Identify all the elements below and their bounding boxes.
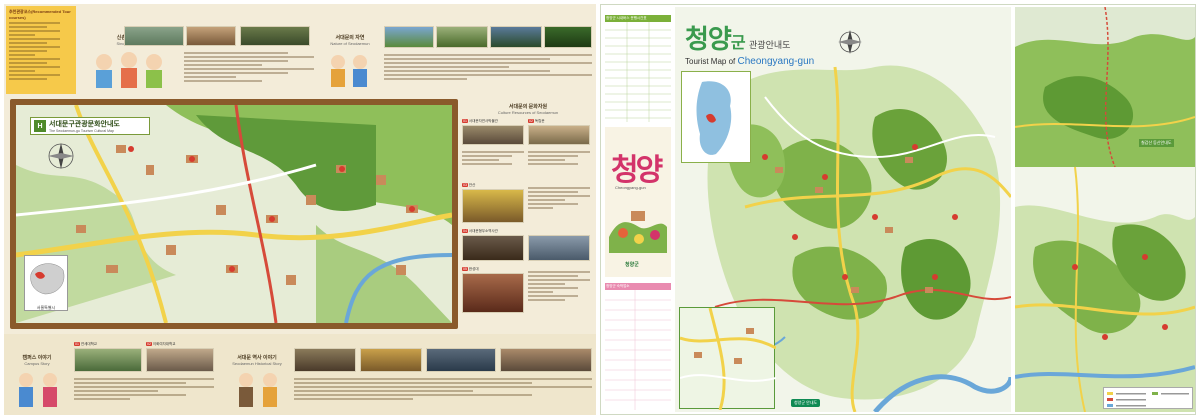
recommended-courses-panel: 추천관광코스(Recommended Tour courses): [6, 6, 76, 94]
lodging-table: 청양군 숙박업소: [605, 283, 671, 411]
title-subtitle-ko: 관광안내도: [749, 40, 791, 50]
town-detail-map: [679, 307, 777, 411]
sinchon-photo-1: [124, 26, 184, 46]
lodging-table-grid: [605, 290, 671, 410]
culture-photo-2: [528, 125, 590, 145]
culture-subtitle: Culture Resources of Seodaemun: [497, 110, 559, 115]
cheongyang-info-column: 청양군 시내버스 운행시간표 청양 Cheongyang-gun 청양군 청양군…: [603, 7, 673, 412]
seodaemun-map-title: H 서대문구관광문화안내도 The Seodaemun-gu Tourism C…: [30, 117, 150, 135]
nature-photo-3: [490, 26, 542, 48]
culture-photo-4: [462, 235, 524, 261]
title-en: Tourist Map of Cheongyang-gun: [685, 56, 815, 67]
culture-item-2: 02 독립문: [528, 119, 545, 123]
cheongyang-brochure: 청양군 시내버스 운행시간표 청양 Cheongyang-gun 청양군 청양군…: [600, 4, 1196, 415]
culture-text-4: [528, 269, 590, 325]
nature-title: 서대문의 자연: [335, 35, 365, 41]
chilgapsan-hiking-inset[interactable]: 칠갑산 등산안내도: [1015, 7, 1195, 412]
campus-photo-2: [146, 348, 214, 372]
culture-photo-1: [462, 125, 524, 145]
sinchon-photo-2: [186, 26, 236, 46]
lodging-table-title: 청양군 숙박업소: [605, 283, 671, 290]
culture-resources-panel: 서대문의 문화자원 Culture Resources of Seodaemun…: [462, 99, 594, 329]
seoul-locator-map: [30, 263, 65, 295]
cover-illustration: [609, 211, 667, 253]
seodaemun-map-title-ko: 서대문구관광문화안내도: [49, 121, 120, 128]
history-characters-illustration: [239, 373, 277, 407]
compass-icon: [48, 143, 74, 169]
cheongyang-map-title: 청양군 관광안내도 Tourist Map of Cheongyang-gun: [685, 19, 814, 67]
seodaemun-map-illustration: [16, 105, 452, 323]
nature-subtitle: Nature of Seodaemun: [330, 41, 370, 46]
culture-photo-5: [528, 235, 590, 261]
campus-item-2: 02 이화여자대학교: [146, 342, 176, 346]
cheongyang-bottom-label: 청양군 안내도: [791, 399, 821, 407]
compass-icon: [838, 30, 862, 54]
bus-timetable: 청양군 시내버스 운행시간표: [605, 15, 671, 123]
sinchon-body-text: [184, 50, 314, 92]
history-photo-3: [426, 348, 496, 372]
seodaemun-brochure: 추천관광코스(Recommended Tour courses) 신촌 이야기 …: [4, 4, 596, 415]
culture-title: 서대문의 문화자원: [508, 104, 548, 110]
legend-swatches: [1107, 392, 1189, 407]
seoul-label: 서울특별시: [36, 305, 56, 310]
korea-locator-inset: [681, 71, 751, 163]
culture-item-4: 04 서대문형무소역사관: [462, 229, 498, 233]
culture-text-2: [528, 149, 590, 179]
history-photo-4: [500, 348, 592, 372]
nature-photo-1: [384, 26, 434, 48]
seodaemun-logo: H: [34, 120, 46, 132]
nature-photo-2: [436, 26, 488, 48]
town-detail-inset: [679, 307, 777, 411]
history-story-title: 서대문 역사 이야기: [237, 355, 277, 361]
bus-timetable-grid: [605, 22, 671, 122]
bottom-stories-band: 캠퍼스 이야기 Campus Story 01 연세대학교 02 이화여자대학교 서…: [4, 334, 596, 415]
cover-organization: 청양군: [625, 262, 639, 268]
culture-photo-6: [462, 273, 524, 313]
map-legend: [1103, 387, 1193, 409]
seodaemun-map[interactable]: H 서대문구관광문화안내도 The Seodaemun-gu Tourism C…: [16, 105, 452, 323]
nature-characters-illustration: [331, 55, 367, 87]
brochure-spread: 추천관광코스(Recommended Tour courses) 신촌 이야기 …: [0, 0, 1200, 419]
history-photo-2: [360, 348, 422, 372]
seodaemun-map-title-en: The Seodaemun-gu Tourism Cultural Map: [49, 129, 114, 133]
cheongyang-tourist-map[interactable]: 청양군 관광안내도 Tourist Map of Cheongyang-gun: [675, 7, 1011, 412]
cover-title: 청양: [611, 153, 663, 188]
culture-item-1: 01 서대문자연사박물관: [462, 119, 498, 123]
campus-body-text: [74, 376, 214, 412]
cheongyang-cover: 청양 Cheongyang-gun 청양군: [605, 127, 671, 277]
sinchon-photo-3: [240, 26, 310, 46]
culture-item-5: 05 한성대: [462, 267, 479, 271]
title-gun: 군: [730, 33, 746, 52]
chilgapsan-map: [1015, 7, 1195, 412]
seoul-locator-inset: 서울특별시: [24, 255, 68, 311]
nature-body-text: [384, 52, 592, 92]
seodaemun-map-frame: H 서대문구관광문화안내도 The Seodaemun-gu Tourism C…: [10, 99, 458, 329]
title-ko: 청양: [685, 25, 732, 55]
campus-characters-illustration: [19, 373, 57, 407]
culture-text-1: [462, 149, 524, 179]
campus-story-title: 캠퍼스 이야기: [22, 355, 52, 361]
campus-item-1: 01 연세대학교: [74, 342, 98, 346]
sinchon-characters-illustration: [96, 52, 162, 88]
chilgapsan-inset-label: 칠갑산 등산안내도: [1139, 139, 1174, 147]
korea-locator-map: [696, 81, 732, 155]
campus-story-subtitle: Campus Story: [24, 361, 50, 366]
recommended-courses-title: 추천관광코스(Recommended Tour courses): [9, 9, 71, 20]
bus-timetable-title: 청양군 시내버스 운행시간표: [605, 15, 671, 22]
nature-photo-4: [544, 26, 592, 48]
culture-item-3: 03 안산: [462, 183, 476, 187]
campus-photo-1: [74, 348, 142, 372]
history-body-text: [294, 376, 592, 412]
history-story-subtitle: Seodaemun Historical Story: [232, 361, 282, 366]
culture-text-3: [528, 185, 590, 225]
cover-subtitle: Cheongyang-gun: [615, 185, 646, 190]
culture-photo-3: [462, 189, 524, 223]
history-photo-1: [294, 348, 356, 372]
